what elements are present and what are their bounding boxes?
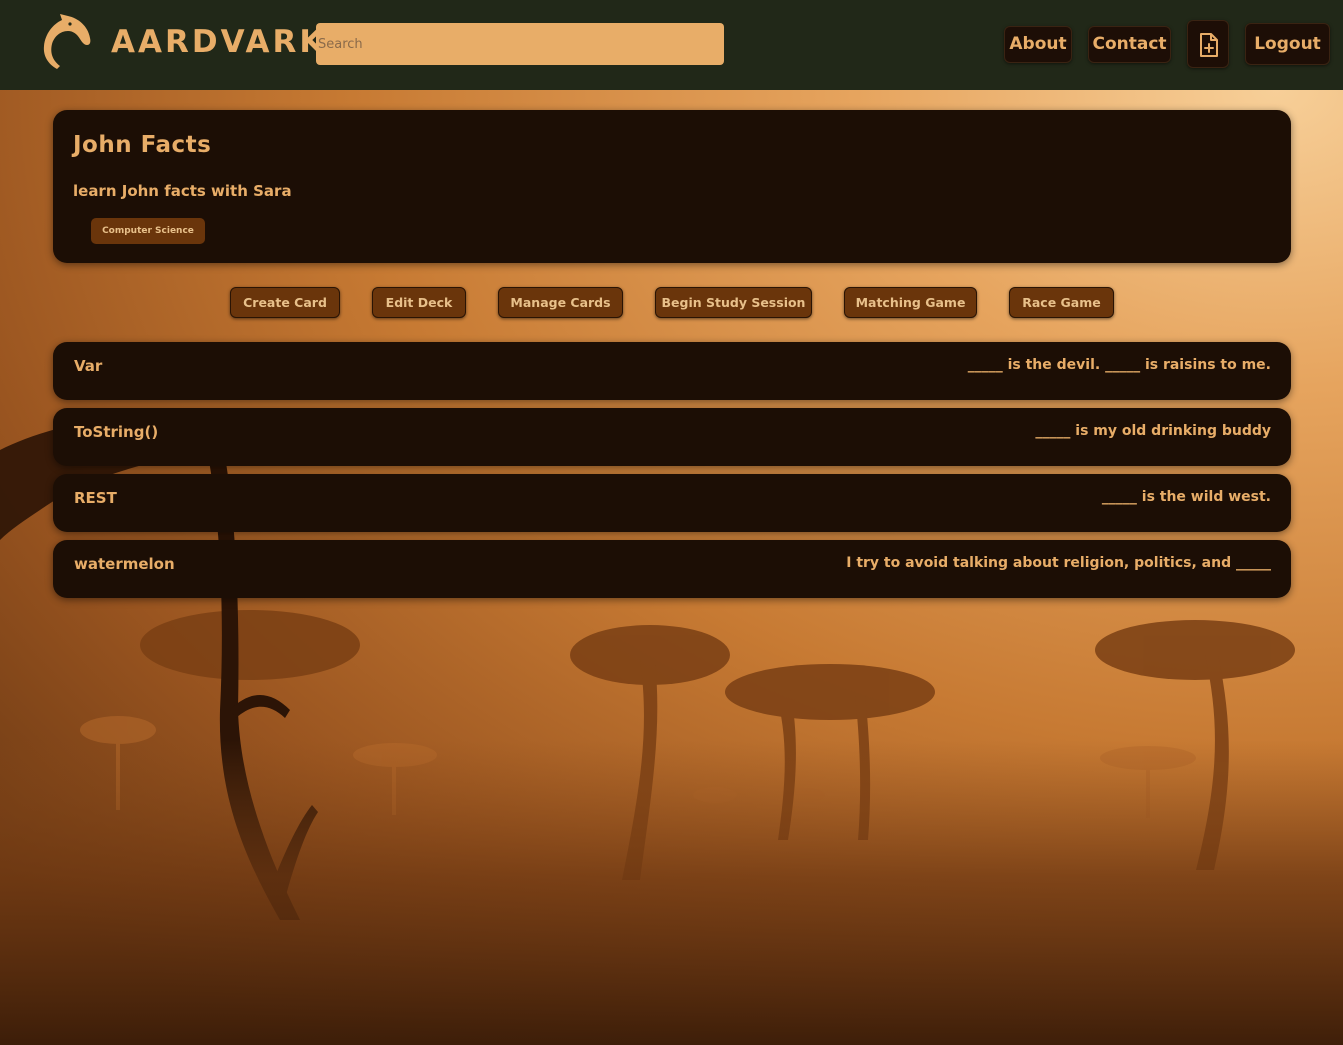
flashcard-row[interactable]: ToString() _____ is my old drinking budd… [53,408,1291,466]
category-tag[interactable]: Computer Science [91,218,205,244]
card-term: ToString() [74,423,159,441]
create-card-button[interactable]: Create Card [230,287,340,318]
card-definition: _____ is the wild west. [1101,489,1271,505]
matching-game-button[interactable]: Matching Game [844,287,977,318]
new-deck-button[interactable] [1187,20,1229,68]
card-definition: I try to avoid talking about religion, p… [846,555,1271,571]
logout-button[interactable]: Logout [1245,23,1330,65]
edit-deck-button[interactable]: Edit Deck [372,287,466,318]
about-button[interactable]: About [1004,26,1072,63]
flashcard-row[interactable]: watermelon I try to avoid talking about … [53,540,1291,598]
card-term: REST [74,489,117,507]
deck-title: John Facts [73,132,212,158]
contact-button[interactable]: Contact [1088,26,1171,63]
deck-header-card: John Facts learn John facts with Sara Co… [53,110,1291,263]
search-input[interactable] [316,23,724,65]
flashcard-row[interactable]: REST _____ is the wild west. [53,474,1291,532]
navbar: AARDVARK About Contact Logout [0,0,1343,90]
begin-study-session-button[interactable]: Begin Study Session [655,287,812,318]
file-add-icon [1200,33,1218,57]
manage-cards-button[interactable]: Manage Cards [498,287,623,318]
deck-description: learn John facts with Sara [73,182,292,200]
flashcard-row[interactable]: Var _____ is the devil. _____ is raisins… [53,342,1291,400]
card-term: watermelon [74,555,175,573]
brand-name[interactable]: AARDVARK [111,22,326,62]
card-definition: _____ is my old drinking buddy [1035,423,1271,439]
race-game-button[interactable]: Race Game [1009,287,1114,318]
card-term: Var [74,357,103,375]
aardvark-logo-icon[interactable] [40,12,96,72]
card-definition: _____ is the devil. _____ is raisins to … [967,357,1271,373]
